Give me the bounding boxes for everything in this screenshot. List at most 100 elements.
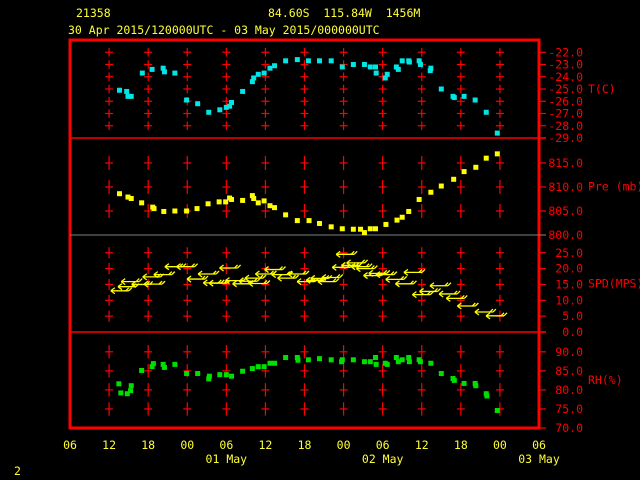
axis-tick-label: 90.0 (555, 345, 583, 359)
temperature-point (451, 95, 457, 101)
temperature-point (255, 71, 261, 77)
temperature-point (384, 71, 390, 77)
pressure-point (406, 208, 412, 214)
x-date-label: 01 May (206, 452, 248, 466)
x-tick-label: 12 (102, 438, 116, 452)
relative_humidity-point (384, 361, 390, 367)
temperature-point (427, 68, 433, 74)
pressure-point (367, 226, 373, 232)
relative_humidity-point (406, 359, 412, 365)
pressure-point (229, 196, 235, 202)
axis-tick-label: 80.0 (555, 383, 583, 397)
wind-arrow (277, 274, 300, 282)
temperature-point (461, 93, 467, 99)
relative_humidity-point (328, 357, 334, 363)
axis-tick-label: 810.0 (548, 180, 583, 194)
x-date-label: 02 May (362, 452, 404, 466)
temperature-point (367, 64, 373, 70)
pressure-point (272, 205, 278, 211)
relative_humidity-point (267, 360, 273, 366)
relative_humidity-point (116, 381, 122, 387)
relative_humidity-point (195, 371, 201, 377)
pressure-point (194, 206, 200, 212)
relative_humidity-point (373, 361, 379, 367)
axis-unit-label: T(C) (588, 82, 616, 96)
x-tick-label: 00 (337, 438, 351, 452)
axis-tick-label: 0.0 (562, 325, 583, 339)
temperature-point (350, 62, 356, 67)
axis-tick-label: 70.0 (555, 421, 583, 435)
relative_humidity-point (272, 360, 278, 366)
relative_humidity-point (217, 372, 223, 378)
relative_humidity-point (223, 372, 229, 378)
wind-arrow (485, 312, 508, 320)
pressure-point (251, 196, 257, 202)
meteogram-chart: -22.0-23.0-24.0-25.0-26.0-27.0-28.0-29.0… (63, 38, 640, 466)
pressure-point (205, 201, 211, 207)
pressure-point (316, 220, 322, 226)
temperature-point (251, 75, 257, 81)
pressure-point (328, 224, 334, 230)
pressure-point (373, 226, 379, 232)
temperature-point (283, 58, 289, 64)
temperature-point (267, 65, 273, 71)
pressure-point (128, 196, 134, 202)
pressure-point (383, 221, 389, 227)
temperature-point (124, 88, 130, 94)
relative_humidity-point (305, 357, 311, 363)
relative_humidity-point (350, 357, 356, 363)
relative_humidity-point (255, 364, 261, 370)
relative_humidity-point (249, 366, 255, 372)
wind-arrow (197, 270, 220, 278)
relative_humidity-point (461, 380, 467, 386)
temperature-point (417, 62, 423, 67)
temperature-point (494, 130, 500, 136)
x-tick-label: 06 (63, 438, 77, 452)
relative_humidity-point (399, 357, 405, 363)
x-tick-label: 12 (415, 438, 429, 452)
pressure-point (255, 200, 261, 206)
wind-arrow (219, 264, 242, 272)
pressure-point (261, 198, 267, 204)
temperature-point (328, 58, 334, 64)
axis-unit-label: RH(%) (588, 373, 623, 387)
relative_humidity-point (451, 377, 457, 383)
relative_humidity-point (438, 371, 444, 377)
wind-arrow (403, 268, 426, 276)
relative_humidity-point (428, 360, 434, 366)
temperature-point (339, 64, 345, 70)
pressure-point (473, 164, 479, 170)
pressure-point (451, 176, 457, 182)
temperature-point (139, 70, 145, 76)
pressure-point (294, 218, 300, 224)
pressure-point (494, 151, 500, 157)
pressure-point (399, 214, 405, 220)
x-tick-label: 12 (258, 438, 272, 452)
axis-tick-label: 10.0 (555, 293, 583, 307)
pressure-point (394, 217, 400, 223)
temperature-point (217, 107, 223, 113)
temperature-point (117, 87, 123, 93)
axis-unit-label: SPD(MPS) (588, 277, 640, 291)
temperature-point (373, 70, 379, 76)
wind-arrow (395, 280, 417, 288)
temperature-point (472, 97, 478, 103)
relative_humidity-point (367, 359, 373, 365)
pressure-point (483, 155, 489, 161)
temperature-point (316, 58, 322, 64)
axis-tick-label: 85.0 (555, 364, 583, 378)
temperature-point (195, 101, 201, 107)
pressure-point (283, 212, 289, 218)
wind-arrow (474, 308, 497, 316)
x-tick-label: 06 (376, 438, 390, 452)
pressure-point (139, 200, 145, 206)
pressure-point (339, 226, 345, 232)
wind-arrow (153, 271, 176, 279)
relative_humidity-point (484, 393, 490, 399)
relative_humidity-point (261, 364, 267, 370)
pressure-point (117, 191, 123, 197)
relative_humidity-point (373, 355, 379, 361)
temperature-point (395, 66, 401, 72)
temperature-point (294, 57, 300, 63)
relative_humidity-point (494, 407, 500, 413)
